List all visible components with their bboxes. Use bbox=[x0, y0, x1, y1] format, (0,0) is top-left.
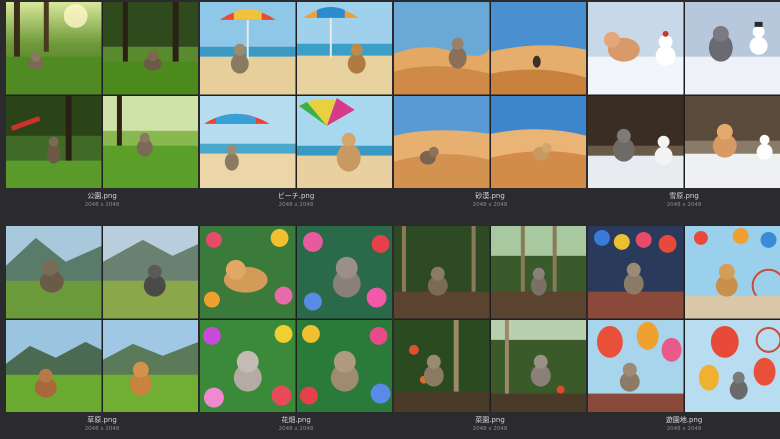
image-dimensions: 2048 x 2048 bbox=[278, 202, 314, 208]
thumbnail-quadrant bbox=[394, 2, 490, 95]
thumbnail-quadrant bbox=[296, 226, 392, 319]
file-name: 花畑.png bbox=[281, 416, 311, 424]
file-name: 草原.png bbox=[87, 416, 117, 424]
thumbnail-quadrant bbox=[102, 2, 198, 95]
thumbnail-quadrant bbox=[6, 95, 102, 188]
image-tile-amusement-park[interactable]: 遊園地.png 2048 x 2048 bbox=[588, 226, 780, 438]
thumbnail-quadrant bbox=[490, 2, 586, 95]
image-tile-vegetable-garden[interactable]: 菜園.png 2048 x 2048 bbox=[394, 226, 586, 438]
thumbnail-quadrant bbox=[102, 226, 198, 319]
image-thumbnail[interactable] bbox=[394, 226, 586, 412]
thumbnail-quadrant bbox=[6, 2, 102, 95]
image-thumbnail[interactable] bbox=[200, 2, 392, 188]
file-name: 遊園地.png bbox=[665, 416, 703, 424]
image-thumbnail[interactable] bbox=[394, 2, 586, 188]
thumbnail-quadrant bbox=[588, 319, 684, 412]
file-name: 砂漠.png bbox=[475, 192, 505, 200]
image-thumbnail[interactable] bbox=[588, 2, 780, 188]
thumbnail-quadrant bbox=[684, 95, 780, 188]
thumbnail-quadrant bbox=[490, 319, 586, 412]
image-gallery: 公園.png 2048 x 2048 ビーチ.png 2048 x 2048 砂… bbox=[0, 0, 780, 439]
thumbnail-quadrant bbox=[588, 2, 684, 95]
image-dimensions: 2048 x 2048 bbox=[472, 202, 508, 208]
image-dimensions: 2048 x 2048 bbox=[472, 426, 508, 432]
thumbnail-quadrant bbox=[6, 226, 102, 319]
thumbnail-quadrant bbox=[200, 2, 296, 95]
file-name: 雪原.png bbox=[669, 192, 699, 200]
thumbnail-quadrant bbox=[588, 226, 684, 319]
thumbnail-quadrant bbox=[394, 319, 490, 412]
thumbnail-quadrant bbox=[490, 95, 586, 188]
image-dimensions: 2048 x 2048 bbox=[84, 426, 120, 432]
image-tile-flower-field[interactable]: 花畑.png 2048 x 2048 bbox=[200, 226, 392, 438]
thumbnail-quadrant bbox=[490, 226, 586, 319]
thumbnail-quadrant bbox=[684, 226, 780, 319]
file-name: 菜園.png bbox=[475, 416, 505, 424]
image-dimensions: 2048 x 2048 bbox=[84, 202, 120, 208]
thumbnail-quadrant bbox=[588, 95, 684, 188]
image-thumbnail[interactable] bbox=[6, 226, 198, 412]
thumbnail-quadrant bbox=[6, 319, 102, 412]
image-dimensions: 2048 x 2048 bbox=[278, 426, 314, 432]
file-name: ビーチ.png bbox=[277, 192, 315, 200]
thumbnail-quadrant bbox=[296, 319, 392, 412]
thumbnail-quadrant bbox=[684, 319, 780, 412]
image-dimensions: 2048 x 2048 bbox=[666, 202, 702, 208]
thumbnail-quadrant bbox=[296, 2, 392, 95]
thumbnail-quadrant bbox=[684, 2, 780, 95]
image-tile-snowfield[interactable]: 雪原.png 2048 x 2048 bbox=[588, 2, 780, 214]
image-tile-beach[interactable]: ビーチ.png 2048 x 2048 bbox=[200, 2, 392, 214]
image-thumbnail[interactable] bbox=[6, 2, 198, 188]
image-tile-park[interactable]: 公園.png 2048 x 2048 bbox=[6, 2, 198, 214]
image-thumbnail[interactable] bbox=[588, 226, 780, 412]
thumbnail-quadrant bbox=[200, 319, 296, 412]
thumbnail-quadrant bbox=[102, 95, 198, 188]
image-dimensions: 2048 x 2048 bbox=[666, 426, 702, 432]
thumbnail-quadrant bbox=[200, 226, 296, 319]
thumbnail-quadrant bbox=[200, 95, 296, 188]
image-tile-desert[interactable]: 砂漠.png 2048 x 2048 bbox=[394, 2, 586, 214]
thumbnail-quadrant bbox=[102, 319, 198, 412]
image-tile-meadow[interactable]: 草原.png 2048 x 2048 bbox=[6, 226, 198, 438]
thumbnail-quadrant bbox=[296, 95, 392, 188]
thumbnail-quadrant bbox=[394, 226, 490, 319]
thumbnail-quadrant bbox=[394, 95, 490, 188]
file-name: 公園.png bbox=[87, 192, 117, 200]
image-thumbnail[interactable] bbox=[200, 226, 392, 412]
